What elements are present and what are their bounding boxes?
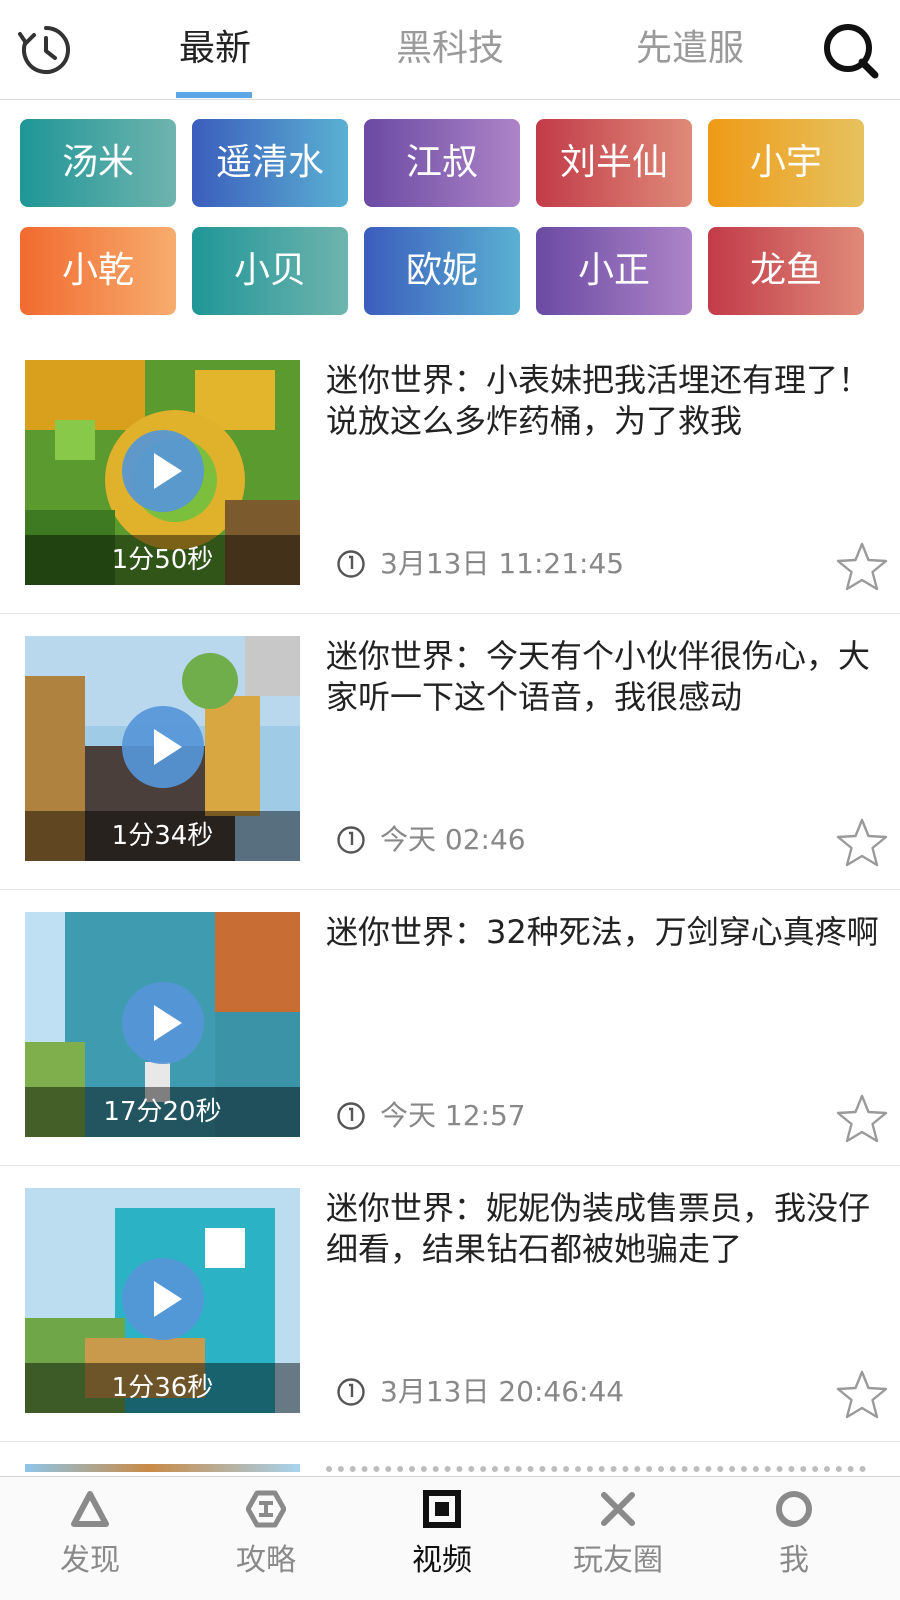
triangle-icon [71, 1491, 109, 1527]
cross-icon [601, 1492, 635, 1526]
nav-label: 我 [779, 1543, 809, 1578]
author-chip[interactable]: 刘半仙 [536, 119, 692, 207]
video-timestamp: 3月13日 20:46:44 [380, 1375, 625, 1408]
author-chip[interactable]: 龙鱼 [708, 227, 864, 315]
video-list-item[interactable]: 1分36秒 迷你世界：妮妮伪装成售票员，我没仔细看，结果钻石都被她骗走了 3月1… [0, 1166, 900, 1442]
video-thumbnail[interactable]: 17分20秒 [25, 912, 300, 1137]
clock-icon [337, 1378, 365, 1406]
square-icon [423, 1490, 461, 1528]
video-list-item[interactable]: 1分50秒 迷你世界：小表妹把我活埋还有理了！说放这么多炸药桶，为了救我 3月1… [0, 338, 900, 614]
tab-latest[interactable]: 最新 [160, 24, 270, 74]
video-title[interactable]: 迷你世界：小表妹把我活埋还有理了！说放这么多炸药桶，为了救我 [326, 360, 886, 442]
nav-item-guides[interactable]: 攻略 [176, 1477, 356, 1600]
nav-item-me[interactable]: 我 [704, 1477, 884, 1600]
play-icon[interactable] [122, 982, 204, 1064]
nav-label: 攻略 [236, 1543, 296, 1578]
clock-icon [337, 1102, 365, 1130]
video-timestamp: 今天 02:46 [380, 823, 526, 856]
video-title-cut-off [326, 1466, 866, 1472]
video-list-item-partial[interactable] [0, 1442, 900, 1472]
favorite-star-icon[interactable] [834, 1368, 890, 1424]
author-chip[interactable]: 遥清水 [192, 119, 348, 207]
nav-label: 发现 [60, 1543, 120, 1578]
video-duration: 17分20秒 [25, 1087, 300, 1137]
hexagon-icon [246, 1490, 286, 1528]
nav-item-discover[interactable]: 发现 [0, 1477, 180, 1600]
video-thumbnail[interactable]: 1分36秒 [25, 1188, 300, 1413]
video-thumbnail[interactable] [25, 1464, 300, 1472]
clock-icon [337, 550, 365, 578]
video-timestamp: 今天 12:57 [380, 1099, 526, 1132]
video-duration: 1分34秒 [25, 811, 300, 861]
favorite-star-icon[interactable] [834, 1092, 890, 1148]
history-clock-icon[interactable] [18, 22, 74, 78]
top-bar: 最新 黑科技 先遣服 [0, 0, 900, 100]
bottom-navigation: 发现 攻略 视频 玩友圈 我 [0, 1476, 900, 1600]
tab-beta-server[interactable]: 先遣服 [620, 24, 760, 74]
video-list-item[interactable]: 1分34秒 迷你世界：今天有个小伙伴很伤心，大家听一下这个语音，我很感动 今天 … [0, 614, 900, 890]
author-chip[interactable]: 小宇 [708, 119, 864, 207]
video-thumbnail[interactable]: 1分50秒 [25, 360, 300, 585]
circle-icon [776, 1491, 812, 1527]
active-tab-indicator [176, 92, 252, 98]
nav-item-video[interactable]: 视频 [352, 1477, 532, 1600]
author-chip[interactable]: 汤米 [20, 119, 176, 207]
clock-icon [337, 826, 365, 854]
author-chip[interactable]: 小贝 [192, 227, 348, 315]
search-icon[interactable] [820, 20, 880, 80]
favorite-star-icon[interactable] [834, 816, 890, 872]
author-chip[interactable]: 小正 [536, 227, 692, 315]
play-icon[interactable] [122, 1258, 204, 1340]
nav-item-friends-circle[interactable]: 玩友圈 [528, 1477, 708, 1600]
favorite-star-icon[interactable] [834, 540, 890, 596]
tab-black-tech[interactable]: 黑科技 [380, 24, 520, 74]
play-icon[interactable] [122, 430, 204, 512]
video-timestamp: 3月13日 11:21:45 [380, 547, 625, 580]
author-chip[interactable]: 江叔 [364, 119, 520, 207]
author-chip[interactable]: 小乾 [20, 227, 176, 315]
video-thumbnail[interactable]: 1分34秒 [25, 636, 300, 861]
video-title[interactable]: 迷你世界：今天有个小伙伴很伤心，大家听一下这个语音，我很感动 [326, 636, 886, 718]
video-duration: 1分36秒 [25, 1363, 300, 1413]
nav-label: 玩友圈 [573, 1543, 663, 1578]
play-icon[interactable] [122, 706, 204, 788]
nav-label: 视频 [412, 1543, 472, 1578]
author-chip[interactable]: 欧妮 [364, 227, 520, 315]
video-duration: 1分50秒 [25, 535, 300, 585]
video-list-item[interactable]: 17分20秒 迷你世界：32种死法，万剑穿心真疼啊 今天 12:57 [0, 890, 900, 1166]
video-title[interactable]: 迷你世界：妮妮伪装成售票员，我没仔细看，结果钻石都被她骗走了 [326, 1188, 886, 1270]
video-title[interactable]: 迷你世界：32种死法，万剑穿心真疼啊 [326, 912, 886, 953]
